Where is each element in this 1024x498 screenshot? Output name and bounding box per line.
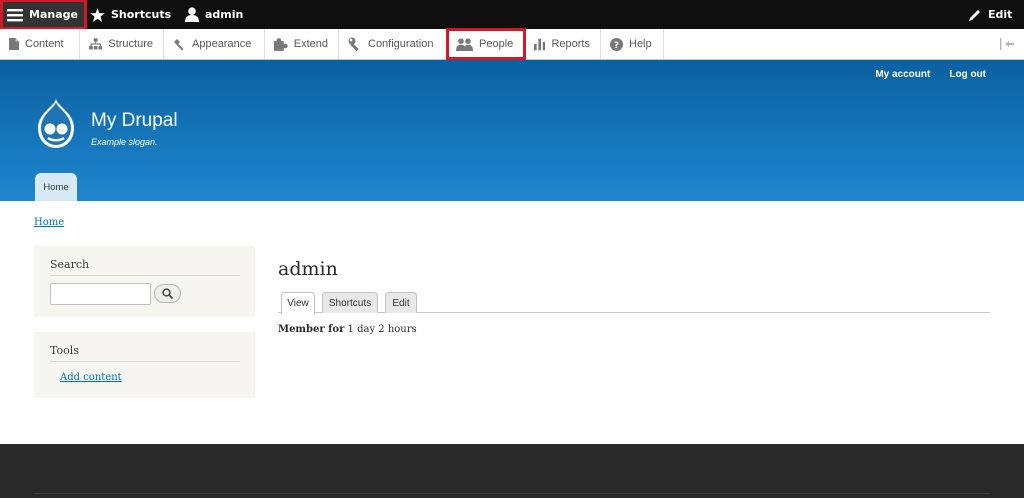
wrench-icon: [348, 37, 359, 51]
tray-item-extend[interactable]: Extend: [265, 29, 339, 59]
local-tasks-tabs: View Shortcuts Edit: [278, 292, 990, 314]
main-menu-home-tab[interactable]: Home: [35, 173, 77, 201]
site-name[interactable]: My Drupal: [91, 110, 178, 132]
site-header: My account Log out My Drupal Example slo…: [0, 60, 1024, 201]
paintbrush-icon: [174, 38, 184, 51]
site-slogan: Example slogan.: [91, 137, 158, 147]
edit-label: Edit: [988, 8, 1013, 21]
search-icon: [162, 288, 173, 299]
tray-label-structure: Structure: [108, 38, 153, 50]
user-menu-button[interactable]: admin: [185, 0, 243, 29]
search-block-title: Search: [50, 258, 90, 271]
member-for-value: 1 day 2 hours: [347, 324, 417, 335]
page-title: admin: [278, 258, 338, 280]
member-for-label: Member for: [278, 324, 345, 335]
tools-block-title: Tools: [50, 344, 79, 357]
add-content-link[interactable]: Add content: [60, 372, 122, 383]
breadcrumb-home-link[interactable]: Home: [34, 217, 64, 228]
shortcuts-label: Shortcuts: [111, 8, 172, 21]
tray-item-content[interactable]: Content: [0, 29, 80, 59]
bar-chart-icon: [534, 38, 546, 50]
hamburger-icon: [7, 8, 23, 21]
tray-label-help: Help: [629, 38, 652, 50]
star-icon: [90, 7, 105, 22]
manage-button[interactable]: Manage: [0, 0, 87, 30]
tray-item-help[interactable]: ? Help: [601, 29, 664, 59]
my-account-link[interactable]: My account: [875, 69, 930, 80]
drupal-logo-icon[interactable]: [34, 98, 78, 150]
tray-label-reports: Reports: [551, 38, 590, 50]
collapse-tray-icon[interactable]: [1000, 38, 1014, 50]
admin-tray: Content Structure Appearance Extend Conf…: [0, 28, 1024, 60]
admin-toolbar: Manage Shortcuts admin Edit: [0, 0, 1024, 30]
tab-shortcuts[interactable]: Shortcuts: [322, 292, 378, 313]
tray-label-content: Content: [25, 38, 64, 50]
footer-divider: [34, 493, 990, 494]
tray-item-structure[interactable]: Structure: [80, 29, 164, 59]
tray-label-extend: Extend: [293, 38, 328, 50]
search-block: Search: [34, 246, 255, 317]
tray-item-configuration[interactable]: Configuration: [339, 29, 447, 59]
edit-mode-button[interactable]: Edit: [968, 0, 1012, 29]
manage-label: Manage: [29, 8, 78, 21]
member-for-line: Member for 1 day 2 hours: [278, 324, 417, 335]
people-icon: [456, 37, 473, 51]
tray-item-reports[interactable]: Reports: [525, 29, 601, 59]
search-submit-button[interactable]: [154, 284, 181, 303]
sitemap-icon: [89, 38, 103, 50]
shortcuts-button[interactable]: Shortcuts: [90, 0, 171, 29]
tray-item-people[interactable]: People: [446, 28, 526, 60]
tray-label-configuration: Configuration: [368, 38, 434, 50]
tools-block-divider: [50, 361, 240, 362]
tab-view[interactable]: View: [281, 292, 315, 314]
site-footer: [0, 444, 1024, 498]
pencil-icon: [969, 9, 980, 21]
page-icon: [9, 38, 19, 50]
tray-item-appearance[interactable]: Appearance: [164, 29, 265, 59]
user-icon: [185, 7, 199, 22]
user-label: admin: [205, 8, 244, 21]
puzzle-icon: [274, 37, 288, 51]
tools-block: Tools Add content: [34, 332, 255, 398]
tray-label-people: People: [479, 38, 514, 50]
log-out-link[interactable]: Log out: [949, 69, 986, 80]
tab-edit[interactable]: Edit: [385, 292, 417, 313]
tray-label-appearance: Appearance: [192, 38, 252, 50]
secondary-menu: My account Log out: [875, 69, 986, 80]
search-block-divider: [50, 275, 240, 276]
svg-text:?: ?: [614, 41, 619, 51]
search-input[interactable]: [50, 283, 151, 305]
help-icon: ?: [610, 37, 623, 51]
